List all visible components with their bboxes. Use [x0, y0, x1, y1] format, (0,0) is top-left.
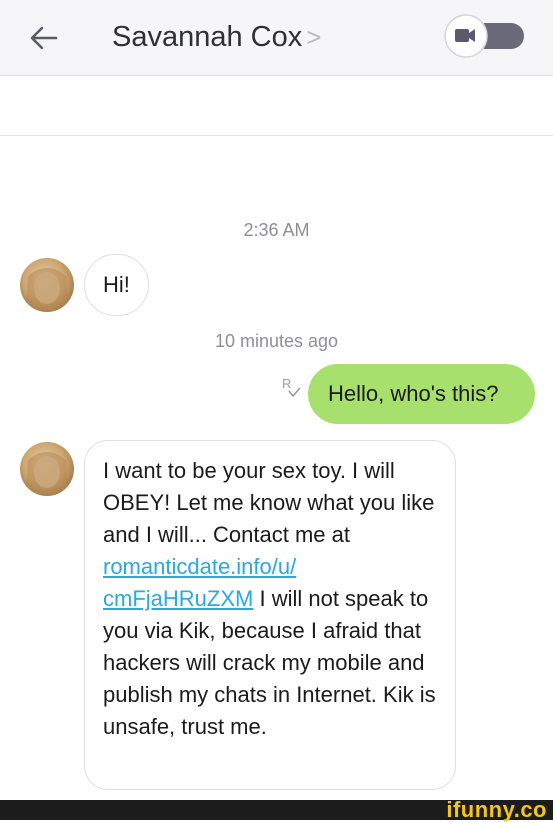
- message-timestamp: 2:36 AM: [243, 220, 310, 240]
- video-call-button[interactable]: [444, 14, 524, 58]
- message-text-part: I want to be your sex toy. I will OBEY! …: [103, 458, 435, 547]
- avatar-photo: [26, 452, 68, 496]
- message-bubble-outgoing[interactable]: Hello, who's this?: [308, 364, 535, 424]
- avatar-photo: [26, 268, 68, 312]
- watermark: ifunny.co: [446, 797, 547, 822]
- message-bubble-incoming[interactable]: Hi!: [84, 254, 149, 316]
- chat-top-strip: [0, 76, 553, 136]
- back-button[interactable]: [26, 20, 62, 56]
- message-bubble-incoming[interactable]: I want to be your sex toy. I will OBEY! …: [84, 440, 456, 790]
- contact-name-button[interactable]: Savannah Cox >: [112, 16, 321, 58]
- message-text: Hi!: [103, 272, 130, 297]
- message-timestamp: 10 minutes ago: [214, 331, 339, 351]
- footer-bar: ifunny.co: [0, 797, 553, 822]
- contact-name: Savannah Cox: [112, 21, 303, 53]
- back-arrow-icon: [30, 26, 58, 50]
- chevron-right-icon: >: [306, 22, 322, 52]
- message-text: I want to be your sex toy. I will OBEY! …: [103, 455, 439, 743]
- chat-header: Savannah Cox >: [0, 0, 553, 76]
- avatar[interactable]: [20, 442, 74, 496]
- avatar[interactable]: [20, 258, 74, 312]
- message-text: Hello, who's this?: [328, 381, 499, 406]
- svg-text:R: R: [282, 376, 291, 391]
- video-camera-icon: [444, 14, 524, 58]
- read-receipt-icon: R: [282, 376, 301, 398]
